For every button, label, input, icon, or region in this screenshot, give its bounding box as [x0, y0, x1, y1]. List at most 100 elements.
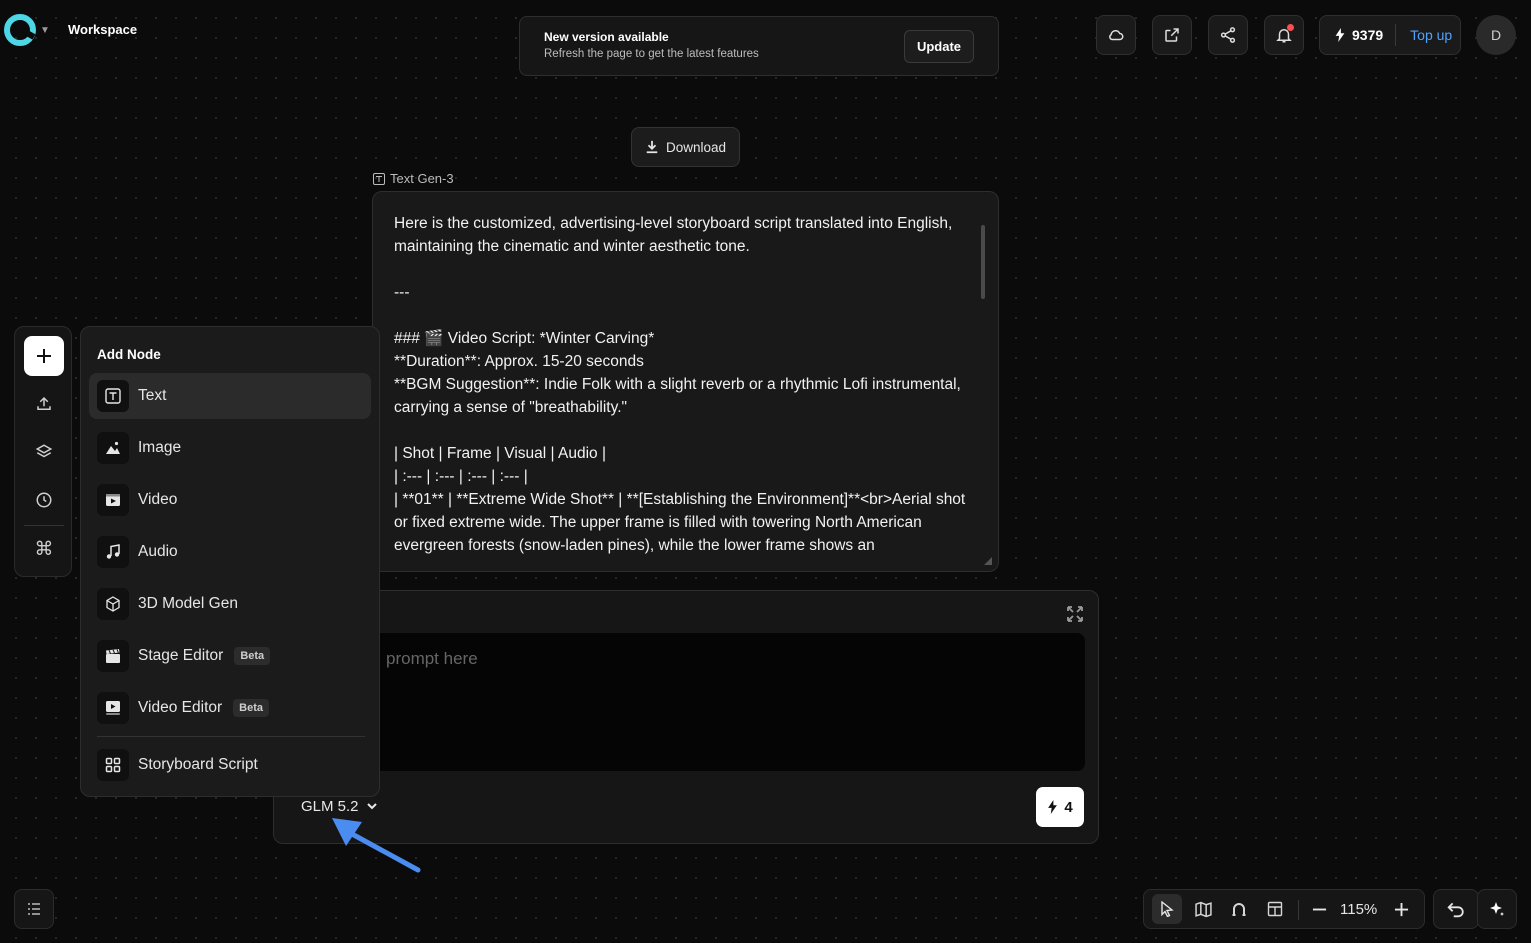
ai-assistant-button[interactable] [1477, 889, 1517, 929]
menu-item-image[interactable]: Image [89, 425, 371, 471]
minus-icon [1312, 908, 1326, 910]
menu-item-label: Storyboard Script [138, 756, 258, 773]
menu-item-storyboard-script[interactable]: Storyboard Script [89, 742, 371, 788]
expand-icon[interactable] [1066, 605, 1084, 623]
chevron-down-icon [366, 803, 377, 810]
menu-item-label: Text [138, 387, 167, 404]
zoom-in-button[interactable] [1386, 894, 1416, 924]
layers-button[interactable] [24, 432, 64, 472]
banner-title: New version available [544, 30, 669, 44]
command-icon: ⌘ [34, 538, 54, 560]
menu-item-text[interactable]: Text [89, 373, 371, 419]
menu-item-label: Stage Editor [138, 647, 224, 664]
text-node-scrollbar[interactable] [981, 215, 985, 539]
lightning-icon [1335, 28, 1345, 42]
list-icon [28, 903, 40, 915]
menu-item-label: 3D Model Gen [138, 595, 238, 612]
top-up-link[interactable]: Top up [1410, 27, 1452, 43]
menu-item-3d-model-gen[interactable]: 3D Model Gen [89, 581, 371, 627]
layout-tool-button[interactable] [1260, 894, 1290, 924]
add-node-menu: Add Node Text Image Video Audio 3D Model… [80, 326, 380, 797]
snap-tool-button[interactable] [1224, 894, 1254, 924]
zoom-level: 115% [1340, 901, 1378, 918]
clock-icon [36, 492, 52, 508]
zoom-out-button[interactable] [1304, 894, 1334, 924]
share-icon [1220, 27, 1236, 43]
menu-item-video-editor[interactable]: Video Editor Beta [89, 685, 371, 731]
workspace-dropdown-icon[interactable]: ▼ [40, 25, 50, 36]
update-banner: New version available Refresh the page t… [519, 16, 999, 76]
scrollbar-thumb[interactable] [981, 225, 985, 299]
text-node-title: Text Gen-3 [390, 171, 454, 186]
menu-item-video[interactable]: Video [89, 477, 371, 523]
sparkle-icon [1490, 902, 1504, 916]
prompt-placeholder: prompt here [386, 649, 478, 668]
generate-button[interactable]: 4 [1036, 787, 1084, 827]
text-node-icon [373, 172, 385, 185]
undo-button[interactable] [1433, 889, 1479, 929]
menu-item-stage-editor[interactable]: Stage Editor Beta [89, 633, 371, 679]
text-node-label: Text Gen-3 [373, 171, 454, 186]
cube-icon [97, 588, 129, 620]
history-button[interactable] [24, 480, 64, 520]
canvas-controls: 115% [1143, 889, 1425, 929]
banner-subtitle: Refresh the page to get the latest featu… [544, 48, 759, 60]
undo-icon [1447, 902, 1464, 918]
text-node[interactable]: Here is the customized, advertising-leve… [372, 191, 999, 572]
resize-handle-icon[interactable] [984, 557, 992, 565]
prompt-panel: prompt here GLM 5.2 4 [273, 590, 1099, 844]
cloud-sync-button[interactable] [1096, 15, 1136, 55]
controls-separator [1298, 900, 1299, 920]
external-link-icon [1165, 28, 1179, 42]
map-tool-button[interactable] [1188, 894, 1218, 924]
plus-icon [1394, 902, 1408, 916]
download-label: Download [665, 139, 727, 155]
magnet-icon [1232, 903, 1246, 916]
upload-icon [37, 396, 51, 410]
shortcuts-button[interactable]: ⌘ [24, 529, 64, 569]
layout-icon [1267, 901, 1283, 917]
lightning-icon [1048, 800, 1058, 814]
plus-icon [37, 349, 51, 363]
user-avatar[interactable]: D [1476, 15, 1516, 55]
outline-panel-button[interactable] [14, 889, 54, 929]
beta-badge: Beta [234, 647, 271, 665]
text-node-content[interactable]: Here is the customized, advertising-leve… [394, 212, 979, 557]
prompt-input[interactable]: prompt here [372, 633, 1085, 771]
menu-item-label: Video [138, 491, 178, 508]
open-external-button[interactable] [1152, 15, 1192, 55]
menu-item-label: Image [138, 439, 182, 456]
credits-separator [1395, 24, 1397, 46]
workspace-title[interactable]: Workspace [68, 22, 137, 37]
menu-item-audio[interactable]: Audio [89, 529, 371, 575]
generate-cost: 4 [1064, 798, 1073, 816]
text-icon [97, 380, 129, 412]
app-logo-icon[interactable] [4, 14, 36, 46]
select-tool-button[interactable] [1152, 894, 1182, 924]
cloud-icon [1109, 29, 1124, 41]
clapperboard-icon [97, 640, 129, 672]
menu-divider [97, 736, 365, 737]
left-toolbar: ⌘ [14, 326, 72, 577]
credits-panel: 9379 Top up [1319, 15, 1461, 55]
annotation-arrow [332, 818, 421, 873]
download-button[interactable]: Download [631, 127, 740, 167]
beta-badge: Beta [233, 699, 270, 717]
toolbar-divider [24, 525, 64, 526]
download-icon [646, 140, 658, 154]
menu-item-label: Video Editor [138, 699, 223, 716]
menu-title: Add Node [97, 347, 161, 362]
video-editor-icon [97, 692, 129, 724]
menu-item-label: Audio [138, 543, 178, 560]
layers-icon [35, 444, 53, 458]
add-node-button[interactable] [24, 336, 64, 376]
notifications-button[interactable] [1264, 15, 1304, 55]
video-icon [97, 484, 129, 516]
grid-icon [97, 749, 129, 781]
share-button[interactable] [1208, 15, 1248, 55]
update-button[interactable]: Update [904, 30, 974, 63]
upload-button[interactable] [24, 384, 64, 424]
cursor-icon [1161, 901, 1174, 917]
notification-dot [1287, 24, 1294, 31]
music-icon [97, 536, 129, 568]
